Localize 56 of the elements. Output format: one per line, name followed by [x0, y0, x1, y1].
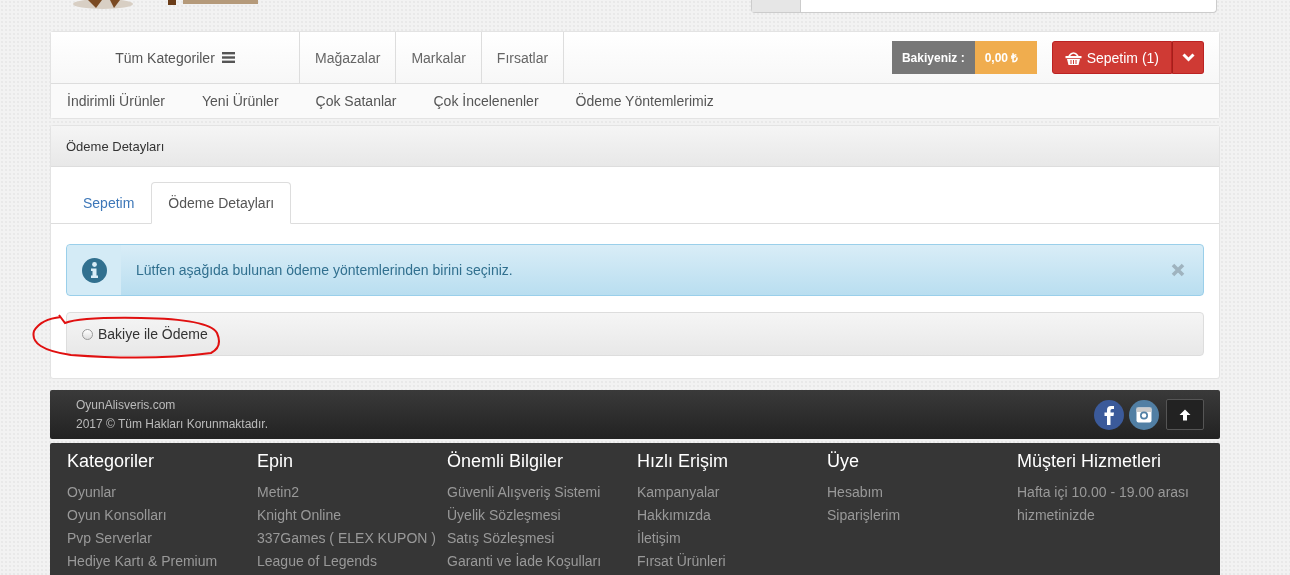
footer-heading: Kategoriler [67, 451, 156, 472]
footer-link[interactable]: Fırsat Ürünleri [637, 550, 827, 573]
menu-icon [221, 52, 235, 63]
facebook-icon[interactable] [1094, 399, 1124, 430]
nav-link[interactable]: Yeni Ürünler [202, 93, 279, 109]
nav-link[interactable]: Markalar [396, 32, 482, 83]
balance-label: Bakiyeniz : [891, 41, 975, 74]
footer-link[interactable]: Oyun Konsolları [67, 504, 257, 527]
footer-heading: Hızlı Erişim [637, 451, 729, 472]
footer-link[interactable]: Hakkımızda [637, 504, 827, 527]
up-arrow-icon [1179, 408, 1191, 421]
service-hours-text: Hafta içi 10.00 - 19.00 arası hizmetinizde [1017, 483, 1190, 525]
footer-link[interactable]: Kampanyalar [637, 481, 827, 504]
footer-link[interactable]: Garanti ve İade Koşulları [447, 550, 637, 573]
cart-button[interactable]: Sepetim (1) [1051, 41, 1172, 74]
footer-link[interactable]: Oyunlar [67, 481, 257, 504]
nav-link[interactable]: Mağazalar [300, 32, 397, 83]
footer-link[interactable]: 337Games ( ELEX KUPON ) [257, 527, 447, 550]
footer-link[interactable]: İletişim [637, 527, 827, 550]
instagram-icon[interactable] [1129, 399, 1159, 430]
caret-icon [1181, 53, 1195, 62]
nav-link[interactable]: Çok İncelenenler [433, 93, 539, 109]
tab[interactable]: Sepetim [66, 182, 152, 224]
panel-title: Ödeme Detayları [66, 138, 165, 154]
scroll-top-button[interactable] [1166, 399, 1204, 430]
site-name: OyunAlisveris.com [76, 398, 177, 412]
footer-link[interactable]: Üyelik Sözleşmesi [447, 504, 637, 527]
footer-link[interactable]: League of Legends [257, 550, 447, 573]
alert-message: Lütfen aşağıda bulunan ödeme yöntemlerinden birini seçiniz. [136, 262, 513, 278]
balance-value: 0,00 ₺ [974, 41, 1037, 74]
footer-link[interactable]: Güvenli Alışveriş Sistemi [447, 481, 637, 504]
nav-link[interactable]: Ödeme Yöntemlerimiz [575, 93, 714, 109]
basket-icon [1064, 50, 1082, 65]
footer-heading: Önemli Bilgiler [447, 451, 565, 472]
footer-heading: Müşteri Hizmetleri [1017, 451, 1163, 472]
dropdown-button[interactable] [1172, 41, 1204, 74]
categories-button[interactable]: Tüm Kategoriler [51, 32, 300, 83]
nav-link[interactable]: İndirimli Ürünler [67, 93, 166, 109]
search-field[interactable] [751, 0, 1217, 13]
radio-button[interactable] [82, 328, 93, 340]
footer-link[interactable]: Siparişlerim [827, 504, 1017, 527]
footer-link[interactable]: Metin2 [257, 481, 447, 504]
tab[interactable]: Ödeme Detayları [151, 182, 292, 224]
footer-link[interactable]: Pvp Serverlar [67, 527, 257, 550]
nav-link[interactable]: Fırsatlar [481, 32, 565, 83]
footer-link[interactable]: Knight Online [257, 504, 447, 527]
nav-link[interactable]: Çok Satanlar [315, 93, 397, 109]
payment-option[interactable]: Bakiye ile Ödeme [66, 312, 1204, 356]
footer-heading: Üye [827, 451, 860, 472]
copyright-text: 2017 © Tüm Hakları Korunmaktadır. [76, 417, 269, 431]
info-icon [81, 257, 107, 283]
option-label: Bakiye ile Ödeme [98, 326, 208, 342]
footer-link[interactable]: Hediye Kartı & Premium [67, 550, 257, 573]
footer-link[interactable]: Hesabım [827, 481, 1017, 504]
footer-heading: Epin [257, 451, 295, 472]
footer-link[interactable]: Satış Sözleşmesi [447, 527, 637, 550]
